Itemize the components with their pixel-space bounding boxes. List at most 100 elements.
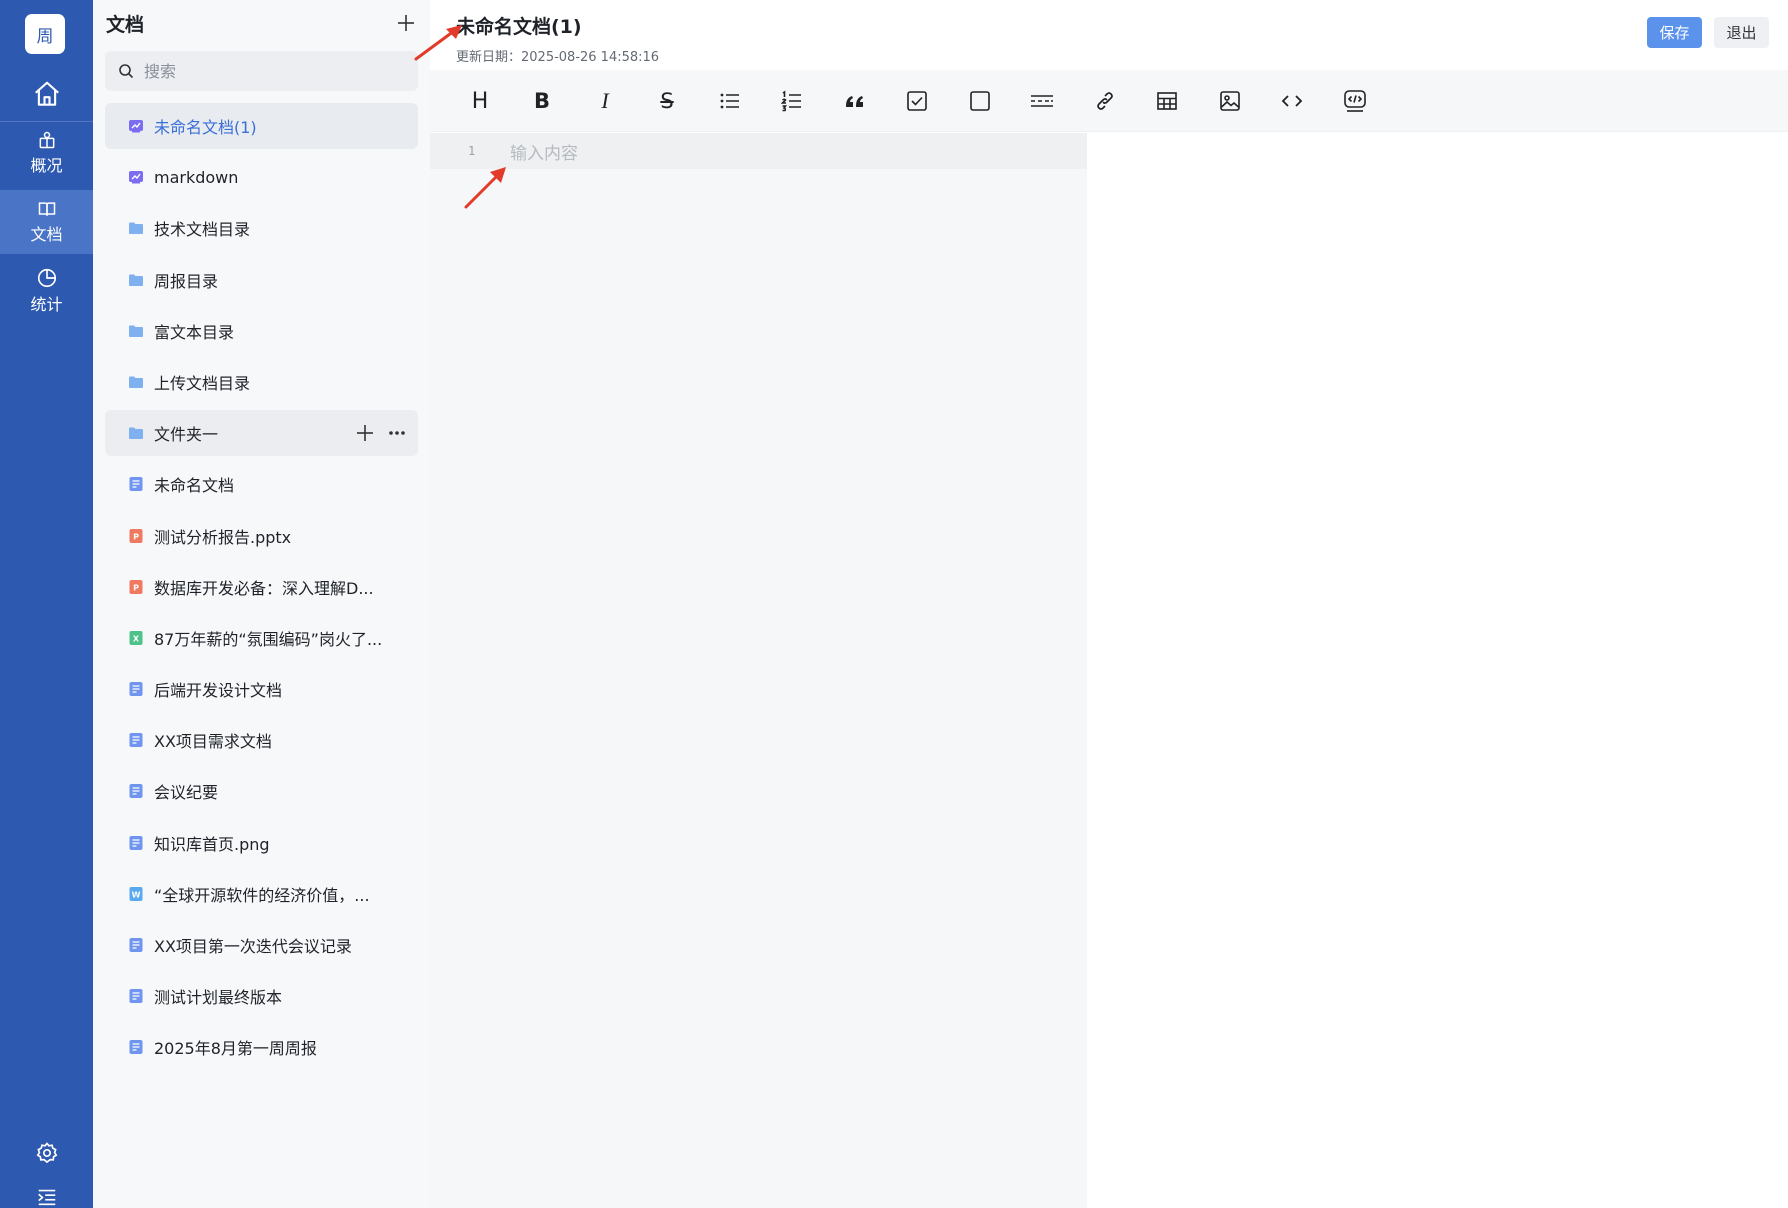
rail-item-label: 概况 xyxy=(30,156,63,175)
task-list-button[interactable] xyxy=(901,85,933,117)
word-file-icon: W xyxy=(129,886,143,901)
folder-icon xyxy=(129,376,143,388)
folder-icon xyxy=(129,274,143,286)
folder-icon xyxy=(129,222,143,235)
list-item-label: 测试分析报告.pptx xyxy=(154,527,292,547)
plus-icon xyxy=(398,15,414,31)
search-input[interactable] xyxy=(144,61,404,81)
table-icon xyxy=(1157,92,1177,110)
list-item[interactable]: XX项目需求文档 xyxy=(105,717,418,763)
line-number: 1 xyxy=(468,144,476,158)
list-item-label: XX项目需求文档 xyxy=(154,732,272,752)
list-item-label: 会议纪要 xyxy=(154,783,219,803)
image-button[interactable] xyxy=(1214,85,1246,117)
list-item-label: XX项目第一次迭代会议记录 xyxy=(154,937,352,956)
editor-placeholder[interactable]: 输入内容 xyxy=(510,139,578,164)
checkbox-button[interactable] xyxy=(964,85,996,117)
rail-item-overview[interactable]: 概况 xyxy=(0,121,93,185)
checkbox-checked-icon xyxy=(907,91,927,111)
list-item[interactable]: X 87万年薪的“氛围编码”岗火了... xyxy=(105,615,418,661)
save-button[interactable]: 保存 xyxy=(1647,17,1702,48)
more-icon[interactable] xyxy=(388,424,406,442)
strikethrough-button[interactable]: S xyxy=(651,85,683,117)
list-item[interactable]: P 测试分析报告.pptx xyxy=(105,513,418,559)
main-area: 未命名文档(1) 更新日期：2025-08-26 14:58:16 保存 退出 … xyxy=(430,0,1788,1208)
list-item[interactable]: 未命名文档(1) xyxy=(105,103,418,149)
list-item[interactable]: 会议纪要 xyxy=(105,768,418,814)
svg-text:P: P xyxy=(133,583,139,592)
rail-item-label: 文档 xyxy=(30,225,63,244)
pie-chart-icon xyxy=(37,268,56,288)
ppt-file-icon: P xyxy=(129,528,143,543)
link-button[interactable] xyxy=(1089,85,1121,117)
text-doc-icon xyxy=(129,938,143,952)
heading-button[interactable]: H xyxy=(464,85,496,117)
rail-item-stats[interactable]: 统计 xyxy=(0,259,93,323)
list-item[interactable]: 未命名文档 xyxy=(105,461,418,507)
code-block-icon xyxy=(1344,90,1366,112)
folder-icon xyxy=(129,427,143,440)
list-item[interactable]: XX项目第一次迭代会议记录 xyxy=(105,922,418,968)
text-doc-icon xyxy=(129,835,143,850)
code-icon xyxy=(1281,95,1303,107)
collapse-menu-button[interactable] xyxy=(0,1186,93,1208)
list-item[interactable]: 富文本目录 xyxy=(105,308,418,354)
menu-collapse-icon xyxy=(37,1189,55,1206)
overview-icon xyxy=(39,131,54,149)
italic-button[interactable]: I xyxy=(589,85,621,117)
list-item-label: 测试计划最终版本 xyxy=(154,988,283,1008)
list-item[interactable]: 文件夹一 xyxy=(105,410,418,457)
exit-button[interactable]: 退出 xyxy=(1714,17,1769,48)
bullet-list-icon xyxy=(720,93,739,109)
divider-button[interactable] xyxy=(1026,85,1058,117)
text-doc-icon xyxy=(129,1040,143,1055)
doc-title[interactable]: 未命名文档(1) xyxy=(456,12,582,39)
markdown-editor[interactable]: 1 输入内容 xyxy=(430,133,1087,1208)
strikethrough-icon: S xyxy=(660,89,674,113)
list-item[interactable]: 技术文档目录 xyxy=(105,205,418,251)
ordered-list-icon xyxy=(781,90,801,112)
bullet-list-button[interactable] xyxy=(714,85,746,117)
avatar[interactable]: 周 xyxy=(25,14,65,54)
list-item[interactable]: markdown xyxy=(105,154,418,200)
code-block-button[interactable] xyxy=(1339,85,1371,117)
list-item-label: 周报目录 xyxy=(154,271,219,291)
image-icon xyxy=(1220,91,1240,111)
list-item-label: 2025年8月第一周周报 xyxy=(154,1039,317,1059)
add-doc-button[interactable] xyxy=(393,10,419,36)
list-item[interactable]: W “全球开源软件的经济价值，... xyxy=(105,871,418,917)
list-item[interactable]: 周报目录 xyxy=(105,257,418,303)
editor-toolbar: H B I S xyxy=(430,70,1788,132)
list-item[interactable]: 知识库首页.png xyxy=(105,820,418,866)
heading-icon: H xyxy=(471,88,489,114)
list-item[interactable]: 上传文档目录 xyxy=(105,359,418,405)
svg-text:X: X xyxy=(133,634,140,643)
quote-button[interactable] xyxy=(839,85,871,117)
rail-item-docs[interactable]: 文档 xyxy=(0,190,93,254)
italic-icon: I xyxy=(601,88,609,113)
text-doc-icon xyxy=(129,733,143,748)
home-button[interactable] xyxy=(0,66,93,121)
link-icon xyxy=(1097,92,1113,110)
list-item-label: “全球开源软件的经济价值，... xyxy=(154,885,370,905)
table-button[interactable] xyxy=(1151,85,1183,117)
list-item-label: 数据库开发必备：深入理解D... xyxy=(154,578,374,598)
mindmap-doc-icon xyxy=(129,120,143,133)
list-item[interactable]: 2025年8月第一周周报 xyxy=(105,1024,418,1070)
list-item[interactable]: 测试计划最终版本 xyxy=(105,973,418,1019)
settings-button[interactable] xyxy=(0,1141,93,1165)
bold-button[interactable]: B xyxy=(526,85,558,117)
plus-icon[interactable] xyxy=(356,424,374,442)
panel-title: 文档 xyxy=(106,14,145,36)
svg-text:W: W xyxy=(132,890,141,899)
list-item-label: markdown xyxy=(154,167,239,187)
list-item[interactable]: 后端开发设计文档 xyxy=(105,666,418,712)
mindmap-doc-icon xyxy=(129,171,143,184)
book-icon xyxy=(38,202,55,216)
list-item-label: 87万年薪的“氛围编码”岗火了... xyxy=(154,629,383,649)
code-button[interactable] xyxy=(1276,85,1308,117)
rail-item-label: 统计 xyxy=(30,295,63,314)
list-item[interactable]: P 数据库开发必备：深入理解D... xyxy=(105,564,418,610)
ordered-list-button[interactable] xyxy=(776,85,808,117)
svg-text:P: P xyxy=(133,532,139,541)
